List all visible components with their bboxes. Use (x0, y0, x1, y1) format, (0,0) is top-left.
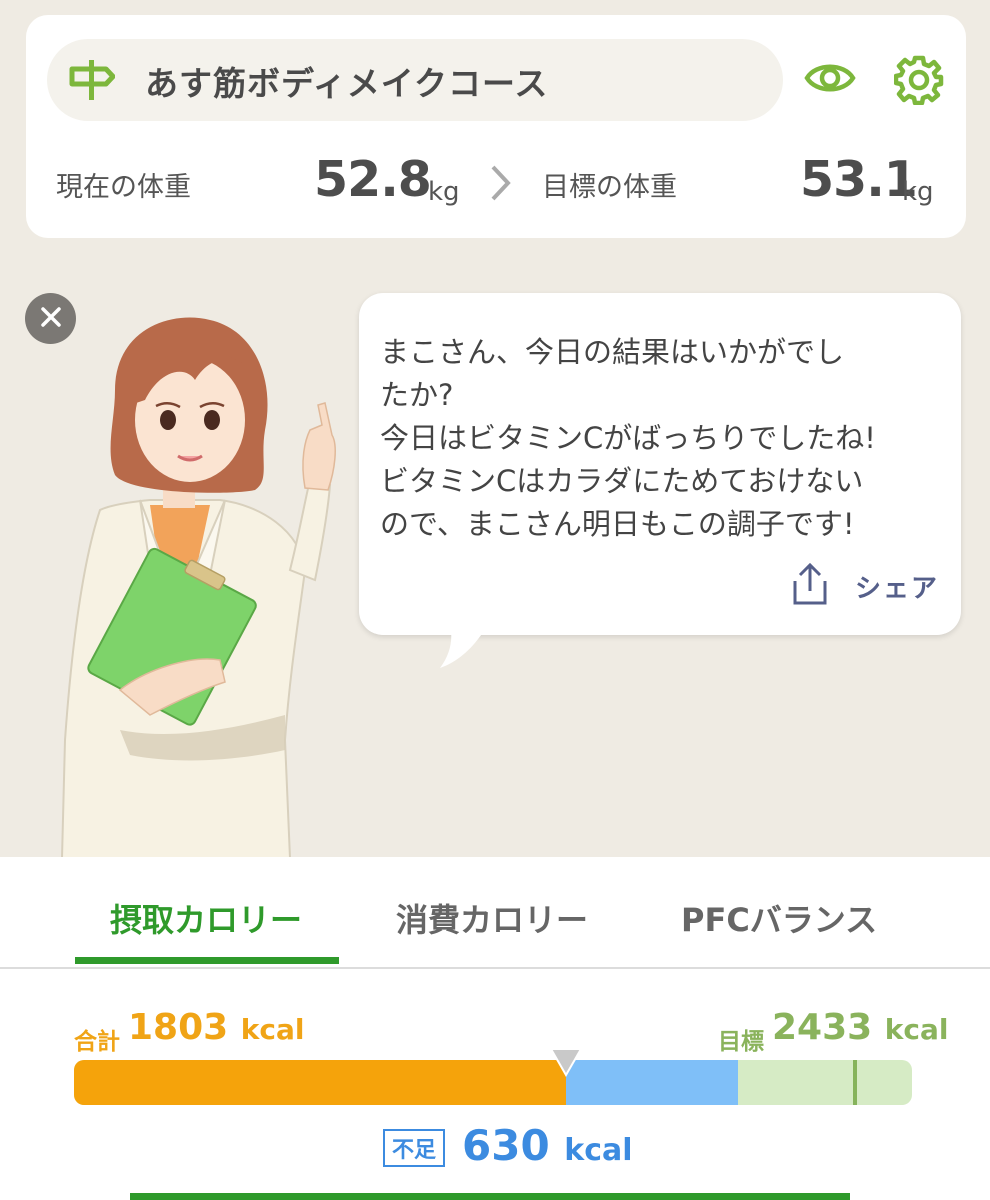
message-line: たか? (380, 378, 454, 412)
active-tab-indicator (75, 957, 339, 964)
tab-burned-calories[interactable]: 消費カロリー (396, 895, 588, 941)
bubble-tail (438, 620, 498, 674)
share-icon (787, 561, 833, 611)
calorie-panel: 摂取カロリー 消費カロリー PFCバランス 合計 1803 kcal 目標 24… (0, 857, 990, 1200)
calorie-tabs: 摂取カロリー 消費カロリー PFCバランス (0, 857, 990, 969)
bottom-accent-strip (130, 1193, 850, 1200)
message-line: 今日はビタミンCがばっちりでしたね! (380, 421, 876, 455)
total-value: 1803 (128, 1007, 229, 1048)
advisor-character (60, 310, 350, 862)
current-position-marker-icon (549, 1047, 583, 1081)
tab-intake-calories[interactable]: 摂取カロリー (110, 895, 302, 941)
course-card: あす筋ボディメイクコース 現在の体重 52.8 kg 目標の体重 53.1 kg (26, 15, 966, 238)
current-weight-label: 現在の体重 (56, 172, 191, 203)
signpost-icon (69, 58, 116, 106)
share-button[interactable]: シェア (787, 561, 939, 611)
target-weight-label: 目標の体重 (542, 172, 677, 203)
target-weight-value: 53.1 (800, 151, 918, 208)
course-name: あす筋ボディメイクコース (145, 64, 549, 103)
deficit-calories: 630 kcal (462, 1121, 633, 1170)
goal-marker-line (853, 1060, 857, 1105)
deficit-unit: kcal (564, 1133, 633, 1168)
chevron-right-icon (488, 163, 514, 207)
intake-bar-segment (74, 1060, 566, 1105)
current-weight-unit: kg (428, 177, 460, 207)
total-label: 合計 (74, 1029, 120, 1055)
goal-calories: 2433 kcal (772, 1007, 948, 1048)
goal-unit: kcal (884, 1013, 949, 1046)
deficit-badge: 不足 (383, 1129, 445, 1167)
share-label: シェア (855, 573, 940, 604)
current-weight-value: 52.8 (314, 151, 432, 208)
deficit-bar-segment (566, 1060, 738, 1105)
eye-icon[interactable] (804, 59, 856, 101)
tab-pfc-balance[interactable]: PFCバランス (681, 895, 877, 941)
goal-label: 目標 (718, 1029, 764, 1055)
message-line: まこさん、今日の結果はいかがでし (380, 335, 845, 369)
goal-value: 2433 (772, 1007, 873, 1048)
calorie-progress-bar (74, 1060, 912, 1105)
gear-icon[interactable] (893, 55, 944, 109)
close-icon (40, 306, 62, 332)
total-unit: kcal (240, 1013, 305, 1046)
message-bubble: まこさん、今日の結果はいかがでし たか? 今日はビタミンCがばっちりでしたね! … (359, 293, 961, 635)
deficit-value: 630 (462, 1121, 550, 1170)
message-text: まこさん、今日の結果はいかがでし たか? 今日はビタミンCがばっちりでしたね! … (380, 331, 950, 546)
total-calories: 1803 kcal (128, 1007, 304, 1048)
course-selector[interactable]: あす筋ボディメイクコース (47, 39, 783, 121)
message-line: ので、まこさん明日もこの調子です! (380, 507, 855, 541)
target-weight-unit: kg (902, 177, 934, 207)
message-line: ビタミンCはカラダにためておけない (380, 464, 864, 498)
